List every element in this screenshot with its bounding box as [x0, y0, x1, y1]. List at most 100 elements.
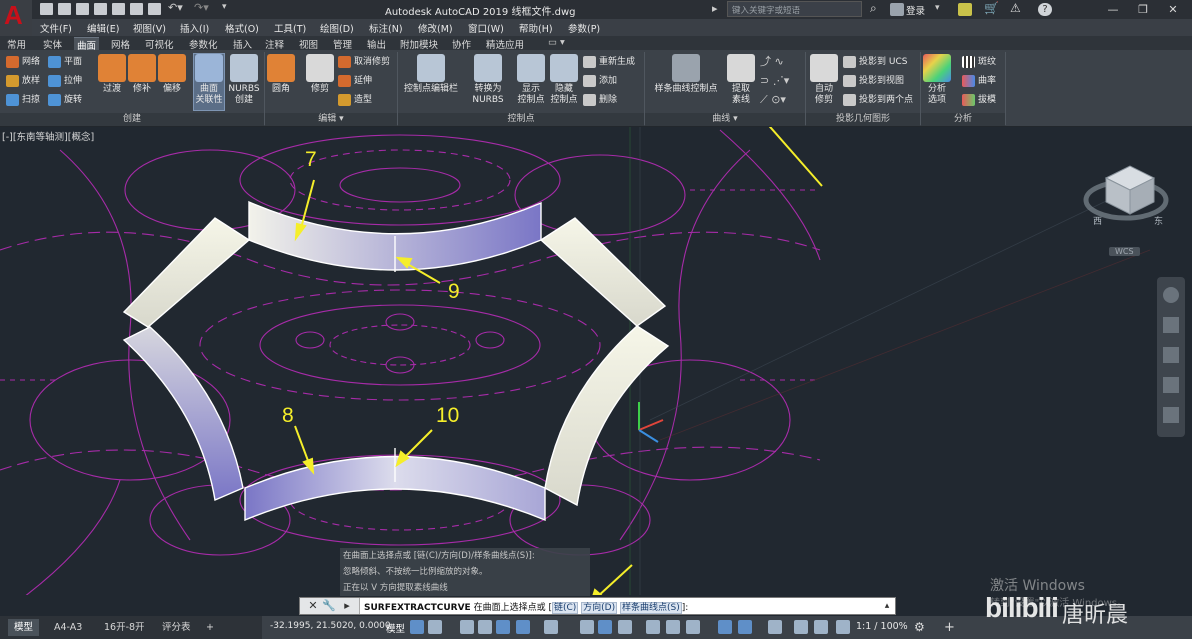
- close-button[interactable]: ✕: [1158, 0, 1188, 19]
- close-command-icon[interactable]: ✕: [306, 599, 320, 613]
- annotation-scale[interactable]: 1:1 / 100%: [856, 621, 908, 632]
- curve-tools-icons[interactable]: ⤴ ∿: [760, 55, 784, 69]
- undo-icon[interactable]: ↶▾: [168, 1, 190, 14]
- showmotion-icon[interactable]: [1163, 407, 1179, 423]
- model-space-toggle[interactable]: 模型: [386, 621, 405, 635]
- option-direction[interactable]: 方向(D): [581, 602, 618, 614]
- pan-icon[interactable]: [1163, 317, 1179, 333]
- orbit-icon[interactable]: [1163, 377, 1179, 393]
- drawing-canvas[interactable]: 西 东: [0, 127, 1192, 595]
- auto-scale-icon[interactable]: [814, 620, 828, 634]
- coordinates-readout[interactable]: -32.1995, 21.5020, 0.0000: [270, 621, 391, 631]
- line-tools-icons[interactable]: ⟋ ⊙▾: [760, 93, 786, 107]
- menu-window[interactable]: 窗口(W): [468, 21, 504, 35]
- menu-params[interactable]: 参数(P): [568, 21, 600, 35]
- tab-view[interactable]: 视图: [296, 37, 321, 51]
- add-cv-button[interactable]: 添加: [583, 74, 617, 88]
- panel-title-project[interactable]: 投影几何图形: [806, 113, 920, 126]
- patch-button[interactable]: 修补: [127, 54, 157, 95]
- hide-cv-button[interactable]: 隐藏 控制点: [547, 54, 581, 106]
- annotation-monitor-icon[interactable]: +: [944, 620, 958, 635]
- object-snap-tracking-icon[interactable]: [580, 620, 594, 634]
- project-to-view-button[interactable]: 投影到视图: [843, 74, 904, 88]
- blend-button[interactable]: 过渡: [97, 54, 127, 95]
- spline-cv-button[interactable]: 样条曲线控制点: [650, 54, 722, 95]
- show-cv-button[interactable]: 显示 控制点: [514, 54, 548, 106]
- tab-collaborate[interactable]: 协作: [449, 37, 474, 51]
- sculpt-button[interactable]: 造型: [338, 93, 372, 107]
- autocad-logo-button[interactable]: A: [0, 0, 32, 36]
- binoculars-icon[interactable]: ⌕: [870, 1, 884, 15]
- offset-button[interactable]: 偏移: [157, 54, 187, 95]
- infer-constraints-icon[interactable]: [460, 620, 474, 634]
- extend-button[interactable]: 延伸: [338, 74, 372, 88]
- project-two-points-button[interactable]: 投影到两个点: [843, 93, 913, 107]
- snap-icon[interactable]: [428, 620, 442, 634]
- menu-modify[interactable]: 修改(M): [418, 21, 453, 35]
- add-layout-button[interactable]: +: [200, 619, 220, 636]
- selection-cycling-icon[interactable]: [666, 620, 680, 634]
- untrim-button[interactable]: 取消修剪: [338, 55, 390, 69]
- dynamic-input-icon[interactable]: [478, 620, 492, 634]
- menu-insert[interactable]: 插入(I): [180, 21, 209, 35]
- tab-manage[interactable]: 管理: [330, 37, 355, 51]
- open-web-icon[interactable]: [112, 3, 125, 15]
- grid-icon[interactable]: [410, 620, 424, 634]
- tab-output[interactable]: 输出: [364, 37, 389, 51]
- exchange-icon[interactable]: ⚠: [1010, 1, 1024, 15]
- menu-view[interactable]: 视图(V): [133, 21, 166, 35]
- isodraft-icon[interactable]: [544, 620, 558, 634]
- save-as-icon[interactable]: [94, 3, 107, 15]
- ribbon-minimize-icon[interactable]: ▭ ▾: [545, 37, 568, 48]
- quick-access-dropdown-icon[interactable]: ▾: [222, 2, 232, 14]
- user-icon[interactable]: [890, 3, 904, 16]
- planar-button[interactable]: 平面: [48, 55, 82, 69]
- new-file-icon[interactable]: [40, 3, 53, 15]
- minimize-button[interactable]: —: [1098, 0, 1128, 19]
- trim-button[interactable]: 修剪: [305, 54, 335, 95]
- 3d-osnap-icon[interactable]: [686, 620, 700, 634]
- menu-dimension[interactable]: 标注(N): [369, 21, 403, 35]
- gizmo-icon[interactable]: [768, 620, 782, 634]
- tab-layout-16k8k[interactable]: 16开-8开: [98, 619, 151, 636]
- tab-insert[interactable]: 插入: [230, 37, 255, 51]
- search-input[interactable]: 键入关键字或短语: [727, 1, 862, 17]
- menu-file[interactable]: 文件(F): [40, 21, 72, 35]
- option-chain[interactable]: 链(C): [551, 602, 579, 614]
- menu-format[interactable]: 格式(O): [225, 21, 259, 35]
- save-icon[interactable]: [76, 3, 89, 15]
- help-icon[interactable]: ?: [1038, 3, 1052, 16]
- login-dropdown-icon[interactable]: ▾: [935, 3, 943, 16]
- zoom-icon[interactable]: [1163, 347, 1179, 363]
- selection-filter-icon[interactable]: [738, 620, 752, 634]
- project-to-ucs-button[interactable]: 投影到 UCS: [843, 55, 907, 69]
- annotation-visibility-icon[interactable]: [794, 620, 808, 634]
- surface-model[interactable]: [122, 200, 670, 522]
- cart-icon[interactable]: 🛒: [984, 1, 999, 15]
- tab-annotate[interactable]: 注释: [262, 37, 287, 51]
- tab-home[interactable]: 常用: [4, 37, 29, 51]
- delete-cv-button[interactable]: 删除: [583, 93, 617, 107]
- network-button[interactable]: 网络: [6, 55, 40, 69]
- menu-edit[interactable]: 编辑(E): [87, 21, 119, 35]
- menu-tools[interactable]: 工具(T): [274, 21, 306, 35]
- option-spline-points[interactable]: 样条曲线点(S): [619, 602, 682, 614]
- workspace-gear-icon[interactable]: ⚙: [914, 620, 928, 634]
- tab-layout-a4a3[interactable]: A4-A3: [48, 619, 88, 636]
- save-web-icon[interactable]: [130, 3, 143, 15]
- dynamic-ucs-icon[interactable]: [718, 620, 732, 634]
- search-arrow-icon[interactable]: ▸: [712, 2, 726, 15]
- revolve-button[interactable]: 旋转: [48, 93, 82, 107]
- cv-edit-bar-button[interactable]: 控制点编辑栏: [400, 54, 462, 95]
- panel-title-control-points[interactable]: 控制点: [398, 113, 644, 126]
- object-snap-icon[interactable]: [598, 620, 612, 634]
- surface-associativity-button[interactable]: 曲面 关联性: [193, 53, 225, 111]
- navigation-bar[interactable]: [1157, 277, 1185, 437]
- panel-title-curves[interactable]: 曲线 ▾: [645, 113, 805, 126]
- steering-wheel-icon[interactable]: [1163, 287, 1179, 303]
- tab-visualize[interactable]: 可视化: [142, 37, 177, 51]
- menu-draw[interactable]: 绘图(D): [320, 21, 354, 35]
- extract-isoline-button[interactable]: 提取 素线: [725, 54, 757, 106]
- fillet-button[interactable]: 圆角: [266, 54, 296, 95]
- lineweight-icon[interactable]: [618, 620, 632, 634]
